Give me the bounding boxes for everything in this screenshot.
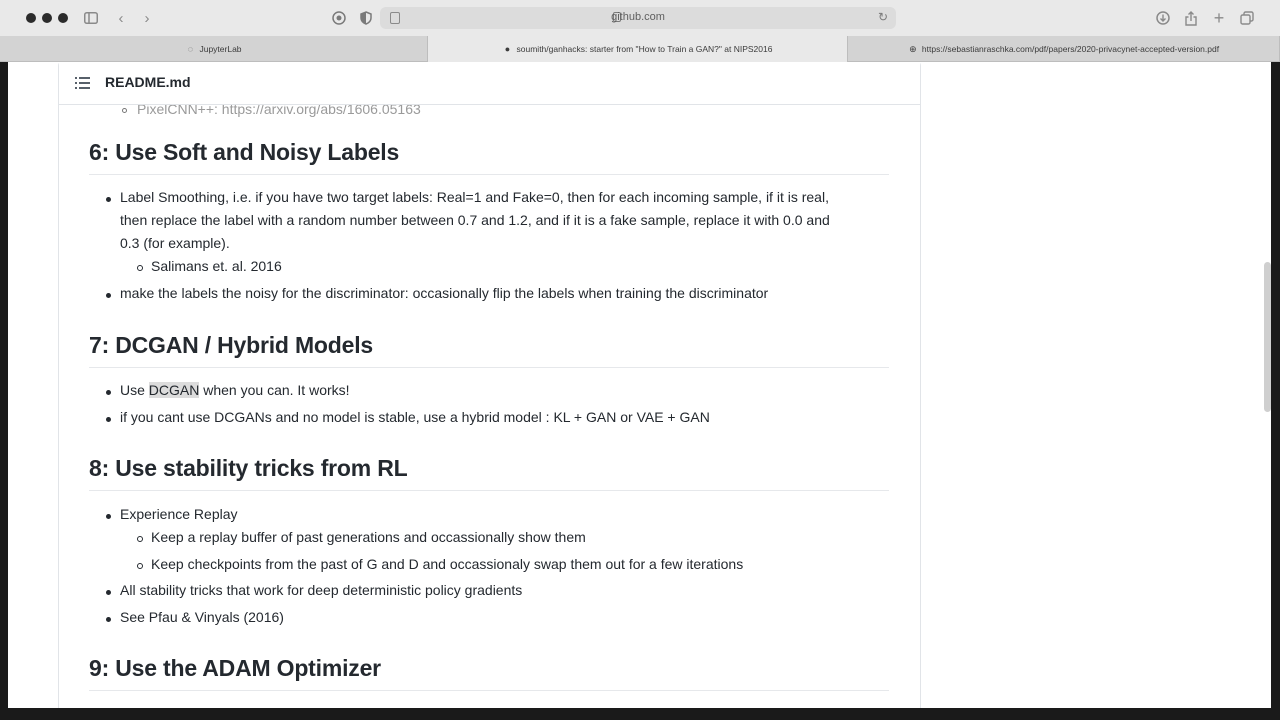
shield-icon[interactable]	[357, 9, 375, 27]
list-item-text: make the labels the noisy for the discri…	[120, 285, 769, 301]
bullet	[106, 417, 111, 422]
minimize-window-button[interactable]	[42, 13, 52, 23]
reference-link[interactable]: Salimans et. al. 2016	[151, 258, 282, 274]
list-item-text: if you cant use DCGANs and no model is s…	[120, 409, 710, 425]
share-icon[interactable]	[1182, 9, 1200, 27]
tab-jupyterlab[interactable]: ◌ JupyterLab	[0, 36, 428, 62]
github-icon: ●	[504, 44, 511, 54]
sub-bullet	[137, 265, 143, 271]
list-item-text: Use DCGAN when you can. It works!	[120, 382, 350, 398]
reference-link[interactable]: See Pfau & Vinyals (2016)	[120, 609, 284, 625]
bullet	[106, 617, 111, 622]
bullet	[106, 390, 111, 395]
readme-filename: README.md	[105, 74, 191, 90]
list-item-text: All stability tricks that work for deep …	[120, 582, 523, 598]
bullet	[106, 197, 111, 202]
spinner-icon: ◌	[187, 44, 194, 54]
text-part: Use	[120, 382, 149, 398]
section-heading-9: 9: Use the ADAM Optimizer	[89, 655, 889, 691]
tab-overview-icon[interactable]	[1238, 9, 1256, 27]
reload-icon[interactable]: ↻	[878, 10, 888, 24]
new-tab-icon[interactable]: +	[1210, 9, 1228, 27]
highlighted-dcgan-link[interactable]: DCGAN	[148, 382, 200, 398]
globe-icon: ⊕	[909, 44, 917, 54]
readme-header: README.md	[59, 62, 920, 105]
list-item-text: Keep a replay buffer of past generations…	[151, 529, 586, 545]
sub-bullet	[137, 536, 143, 542]
text-part: when you can. It works!	[199, 382, 350, 398]
tab-pdf[interactable]: ⊕ https://sebastianraschka.com/pdf/paper…	[848, 36, 1280, 62]
readme-container: README.md PixelCNN++: https://arxiv.org/…	[58, 62, 921, 708]
list-item-text: Keep checkpoints from the past of G and …	[151, 556, 744, 572]
url-text: github.com	[611, 11, 665, 23]
tab-ganhacks[interactable]: ● soumith/ganhacks: starter from "How to…	[428, 36, 848, 62]
close-window-button[interactable]	[26, 13, 36, 23]
download-icon[interactable]	[1154, 9, 1172, 27]
bullet	[106, 590, 111, 595]
sub-bullet	[137, 563, 143, 569]
section-heading-7: 7: DCGAN / Hybrid Models	[89, 332, 889, 368]
outline-list-icon[interactable]	[75, 76, 91, 90]
list-item-text: Label Smoothing, i.e. if you have two ta…	[120, 189, 829, 205]
tab-label: soumith/ganhacks: starter from "How to T…	[516, 44, 773, 54]
tab-bar: ◌ JupyterLab ● soumith/ganhacks: starter…	[0, 36, 1280, 62]
bullet	[106, 514, 111, 519]
list-item-text: then replace the label with a random num…	[120, 212, 830, 228]
list-item-text: Experience Replay	[120, 506, 238, 522]
page-content: README.md PixelCNN++: https://arxiv.org/…	[8, 62, 1271, 708]
section-heading-8: 8: Use stability tricks from RL	[89, 455, 889, 491]
address-bar[interactable]: github.com ↻	[380, 7, 896, 29]
list-item-text: 0.3 (for example).	[120, 235, 230, 251]
sidebar-icon[interactable]	[82, 9, 100, 27]
browser-titlebar: ‹ › github.com ↻ +	[0, 0, 1280, 36]
privacy-report-icon[interactable]	[330, 9, 348, 27]
tab-label: https://sebastianraschka.com/pdf/papers/…	[921, 44, 1220, 54]
forward-icon[interactable]: ›	[138, 9, 156, 27]
zoom-window-button[interactable]	[58, 13, 68, 23]
bullet	[106, 293, 111, 298]
tab-label: JupyterLab	[199, 44, 242, 54]
page-scrollbar[interactable]	[1264, 262, 1271, 412]
section-heading-6: 6: Use Soft and Noisy Labels	[89, 139, 889, 175]
back-icon[interactable]: ‹	[112, 9, 130, 27]
